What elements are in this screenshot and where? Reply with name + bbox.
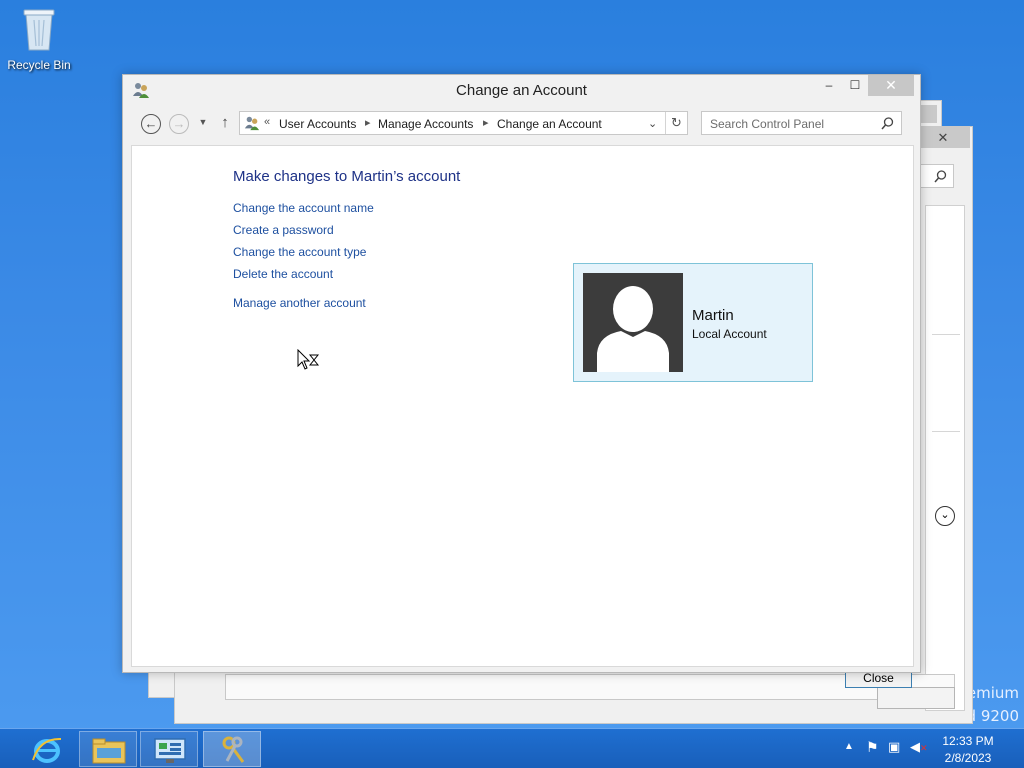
search-placeholder: Search Control Panel [710, 117, 825, 131]
forward-button[interactable]: → [169, 114, 189, 134]
clock-date: 2/8/2023 [944, 751, 992, 765]
file-explorer-icon [92, 738, 126, 764]
taskbar: ▲ ⚑ ▣ ◀✕ 12:33 PM 2/8/2023 [0, 728, 1024, 768]
action-center-flag-icon[interactable]: ⚑ [866, 739, 879, 756]
recent-locations-dropdown[interactable]: ▼ [197, 117, 209, 129]
back-button[interactable]: ← [141, 114, 161, 134]
background-window-2-close-icon[interactable]: ✕ [916, 127, 970, 148]
recycle-bin-label: Recycle Bin [7, 58, 71, 72]
breadcrumb-overflow[interactable]: « [264, 116, 270, 128]
maximize-button[interactable]: ☐ [842, 75, 868, 96]
refresh-icon: ↻ [671, 115, 682, 130]
watermark-line-1: emium [966, 684, 1019, 702]
create-password-link[interactable]: Create a password [233, 223, 334, 237]
change-account-type-link[interactable]: Change the account type [233, 245, 366, 259]
up-button[interactable]: ↑ [217, 114, 233, 134]
network-icon[interactable]: ▣ [888, 739, 900, 755]
control-panel-button[interactable] [140, 731, 198, 767]
breadcrumb-manage-accounts[interactable]: Manage Accounts [378, 117, 473, 131]
manage-another-account-link[interactable]: Manage another account [233, 296, 366, 310]
divider [932, 431, 960, 432]
divider [932, 334, 960, 335]
clock-time: 12:33 PM [942, 734, 994, 748]
show-hidden-icons-icon[interactable]: ▲ [844, 741, 854, 752]
close-window-button[interactable]: ✕ [868, 75, 914, 96]
delete-account-link[interactable]: Delete the account [233, 267, 333, 281]
keys-icon [222, 736, 245, 763]
search-icon [934, 170, 947, 183]
forward-arrow-icon: → [172, 116, 186, 131]
account-type: Local Account [692, 327, 767, 341]
breadcrumb-separator-icon[interactable]: ▸ [365, 116, 371, 129]
file-explorer-button[interactable] [79, 731, 137, 767]
search-control-panel-input[interactable]: Search Control Panel [701, 111, 902, 135]
navigation-bar: ← → ▼ ↑ « User Accounts ▸ Manage Account… [131, 111, 912, 137]
breadcrumb-change-account[interactable]: Change an Account [497, 117, 602, 131]
minimize-button[interactable]: – [816, 75, 842, 96]
search-icon[interactable] [881, 117, 894, 130]
account-card: Martin Local Account [573, 263, 813, 382]
breadcrumb-separator-icon[interactable]: ▸ [483, 116, 489, 129]
control-panel-icon [154, 738, 186, 763]
recycle-bin-icon [22, 6, 56, 52]
internet-explorer-icon [32, 737, 62, 763]
background-content-pane: ⌄ [925, 205, 965, 711]
page-title: Make changes to Martin’s account [233, 168, 461, 185]
window-title: Change an Account [456, 82, 587, 99]
background-button[interactable] [877, 687, 955, 709]
internet-explorer-button[interactable] [18, 731, 76, 767]
change-account-name-link[interactable]: Change the account name [233, 201, 374, 215]
control-panel-icon [244, 115, 260, 131]
address-dropdown-icon[interactable]: ⌄ [648, 117, 657, 130]
recycle-bin-shortcut[interactable]: Recycle Bin [6, 6, 72, 72]
user-silhouette-icon [597, 286, 669, 372]
clock[interactable]: 12:33 PM 2/8/2023 [938, 733, 998, 767]
account-name: Martin [692, 307, 734, 324]
title-bar: Change an Account – ☐ ✕ [123, 75, 920, 105]
address-bar[interactable]: « User Accounts ▸ Manage Accounts ▸ Chan… [239, 111, 688, 135]
back-arrow-icon: ← [144, 116, 158, 131]
change-account-window: Change an Account – ☐ ✕ ← → ▼ ↑ « User A… [122, 74, 921, 673]
breadcrumb-user-accounts[interactable]: User Accounts [279, 117, 356, 131]
content-pane: Make changes to Martin’s account Change … [131, 145, 914, 667]
volume-muted-icon[interactable]: ◀✕ [910, 739, 928, 755]
system-tray: ▲ ⚑ ▣ ◀✕ 12:33 PM 2/8/2023 [824, 729, 1024, 768]
user-accounts-taskbar-button[interactable] [203, 731, 261, 767]
watermark-line-2: d 9200 [966, 707, 1019, 725]
busy-cursor-icon [297, 348, 321, 371]
expand-down-icon[interactable]: ⌄ [935, 506, 955, 526]
up-arrow-icon: ↑ [221, 114, 229, 131]
refresh-button[interactable]: ↻ [665, 112, 687, 134]
avatar [583, 273, 683, 372]
